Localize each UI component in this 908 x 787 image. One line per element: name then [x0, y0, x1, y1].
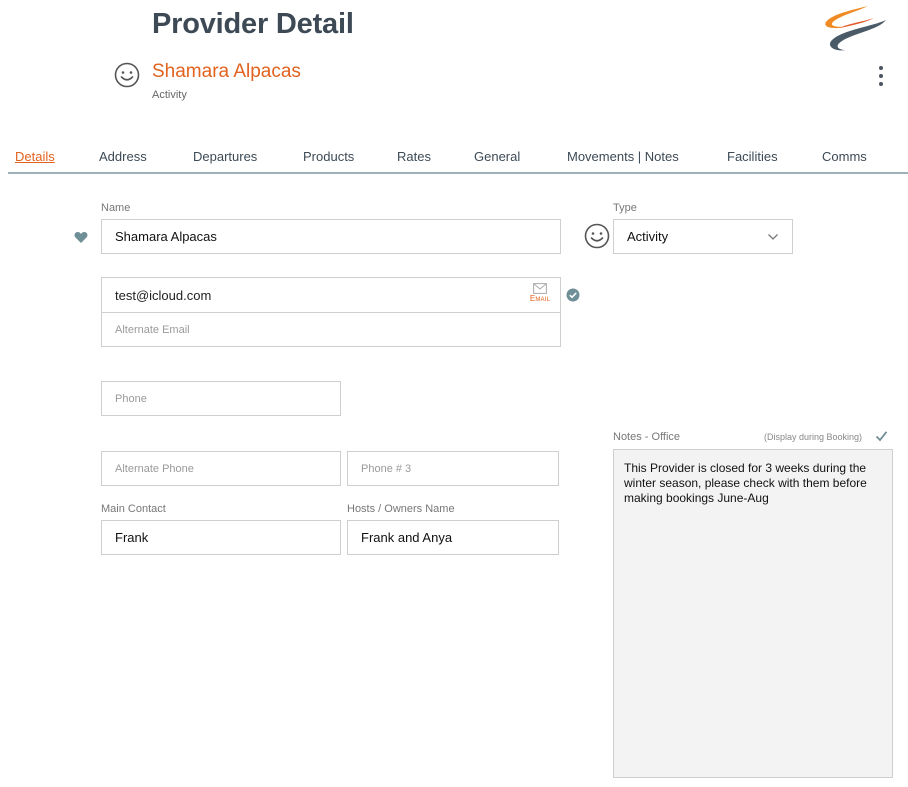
- tab-facilities[interactable]: Facilities: [727, 149, 778, 164]
- smiley-icon: [584, 223, 610, 249]
- kebab-menu-icon[interactable]: [872, 64, 890, 88]
- main-contact-input[interactable]: Frank: [101, 520, 341, 555]
- checkmark-icon[interactable]: [875, 430, 888, 442]
- type-select-value: Activity: [627, 229, 669, 244]
- alternate-email-input[interactable]: Alternate Email: [102, 313, 560, 347]
- email-badge[interactable]: Email: [527, 283, 553, 303]
- hosts-input[interactable]: Frank and Anya: [347, 520, 559, 555]
- tab-comms[interactable]: Comms: [822, 149, 867, 164]
- office-notes-textarea[interactable]: This Provider is closed for 3 weeks duri…: [613, 449, 893, 778]
- tab-products[interactable]: Products: [303, 149, 354, 164]
- tab-rates[interactable]: Rates: [397, 149, 431, 164]
- alternate-phone-input[interactable]: Alternate Phone: [101, 451, 341, 486]
- hosts-label: Hosts / Owners Name: [347, 503, 455, 515]
- email-group: test@icloud.com Email Alternate Email: [101, 277, 561, 347]
- phone-input[interactable]: Phone: [101, 381, 341, 416]
- check-circle-icon: [566, 288, 580, 302]
- name-input[interactable]: Shamara Alpacas: [101, 219, 561, 254]
- tab-movements-notes[interactable]: Movements | Notes: [567, 149, 679, 164]
- provider-type: Activity: [152, 89, 187, 101]
- provider-name: Shamara Alpacas: [152, 61, 301, 82]
- notes-hint: (Display during Booking): [764, 432, 863, 442]
- email-value: test@icloud.com: [115, 287, 212, 303]
- envelope-icon: [533, 283, 547, 294]
- email-input[interactable]: test@icloud.com: [102, 278, 560, 313]
- name-label: Name: [101, 202, 131, 214]
- type-label: Type: [613, 202, 637, 214]
- heart-icon[interactable]: [74, 231, 88, 244]
- tab-address[interactable]: Address: [99, 149, 147, 164]
- tab-details[interactable]: Details: [15, 149, 55, 164]
- phone3-input[interactable]: Phone # 3: [347, 451, 559, 486]
- email-badge-label: Email: [529, 294, 551, 303]
- tab-general[interactable]: General: [474, 149, 520, 164]
- smiley-icon: [114, 62, 140, 88]
- swoosh-logo: [825, 6, 886, 51]
- chevron-down-icon: [768, 233, 778, 240]
- tab-departures[interactable]: Departures: [193, 149, 257, 164]
- type-select[interactable]: Activity: [613, 219, 793, 254]
- tab-bar: Details Address Departures Products Rate…: [8, 140, 908, 174]
- main-contact-label: Main Contact: [101, 503, 166, 515]
- page-title: Provider Detail: [152, 8, 354, 40]
- notes-label: Notes - Office: [613, 431, 681, 443]
